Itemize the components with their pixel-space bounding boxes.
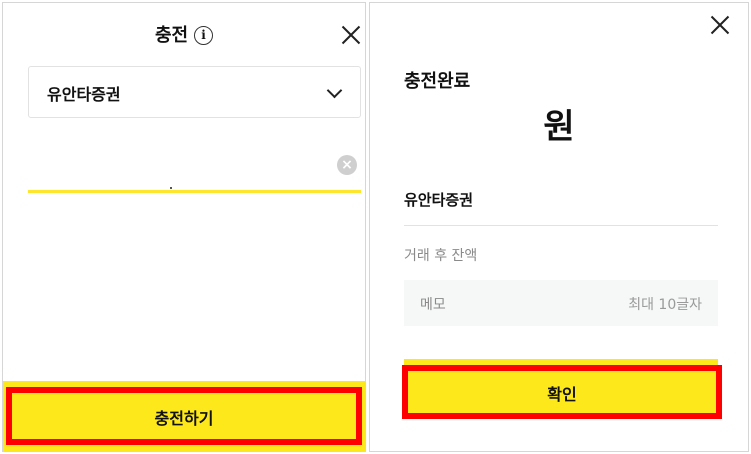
memo-label: 메모 xyxy=(420,297,446,313)
account-select-value: 유안타증권 xyxy=(47,85,121,104)
confirm-button[interactable]: 확인 xyxy=(402,365,722,419)
charge-panel: 충전 i 유안타증권 × 충전하기 xyxy=(2,2,366,452)
close-icon[interactable] xyxy=(339,23,363,47)
memo-field[interactable]: 메모 최대 10글자 xyxy=(404,280,718,326)
chevron-down-icon xyxy=(326,82,343,99)
memo-limit-hint: 최대 10글자 xyxy=(628,297,702,313)
close-icon[interactable] xyxy=(708,13,732,37)
clear-icon[interactable]: × xyxy=(337,155,357,175)
amount-input-underline xyxy=(28,190,361,193)
charge-complete-panel: 충전완료 원 유안타증권 거래 후 잔액 메모 최대 10글자 확인 xyxy=(369,2,749,452)
charge-header: 충전 i xyxy=(3,21,365,47)
balance-label: 거래 후 잔액 xyxy=(404,248,478,264)
divider xyxy=(404,225,718,226)
amount-display: 원 xyxy=(543,107,575,147)
confirm-button-label: 확인 xyxy=(547,385,577,404)
page-title: 충전완료 xyxy=(404,71,471,92)
info-icon[interactable]: i xyxy=(194,26,214,45)
account-name: 유안타증권 xyxy=(404,191,474,209)
account-select[interactable]: 유안타증권 xyxy=(28,66,361,118)
input-cursor xyxy=(170,187,172,189)
charge-button-label: 충전하기 xyxy=(154,409,214,428)
charge-button[interactable]: 충전하기 xyxy=(6,387,362,445)
amount-input[interactable] xyxy=(28,143,365,193)
page-title: 충전 xyxy=(154,25,189,46)
